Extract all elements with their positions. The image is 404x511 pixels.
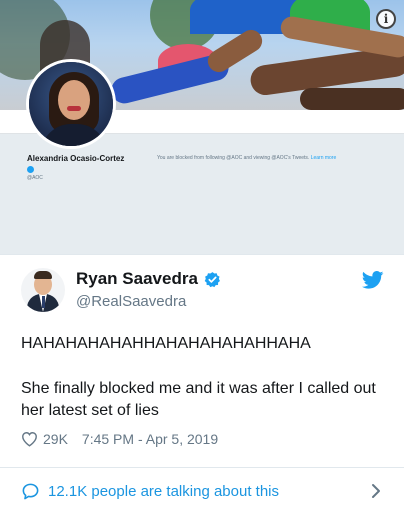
blocked-notice: You are blocked from following @AOC and … bbox=[157, 155, 336, 161]
author-name[interactable]: Ryan Saavedra bbox=[76, 269, 198, 289]
heart-icon[interactable] bbox=[21, 431, 38, 447]
tweet-meta: 29K 7:45 PM - Apr 5, 2019 bbox=[21, 431, 218, 447]
author-avatar[interactable] bbox=[21, 268, 65, 312]
blocked-notice-text: You are blocked from following @AOC and … bbox=[157, 155, 310, 161]
small-verified-icon bbox=[27, 166, 34, 173]
tweet-card[interactable]: Ryan Saavedra @RealSaavedra HAHAHAHAHAHH… bbox=[0, 254, 404, 511]
tweet-text-line-2: She finally blocked me and it was after … bbox=[21, 380, 376, 419]
talking-count[interactable]: 12.1K people are talking about this bbox=[48, 483, 279, 500]
blocked-profile-screenshot: i Alexandria Ocasio-Cortez @AOC You are … bbox=[0, 0, 404, 254]
chevron-right-icon[interactable] bbox=[371, 483, 381, 499]
like-count[interactable]: 29K bbox=[43, 431, 68, 447]
profile-handle: @AOC bbox=[27, 175, 43, 181]
profile-identity: Alexandria Ocasio-Cortez @AOC bbox=[27, 154, 124, 181]
learn-more-link[interactable]: Learn more bbox=[311, 155, 337, 161]
tweet-text-line-1: HAHAHAHAHAHHAHAHAHAHAHHAHA bbox=[21, 335, 311, 352]
author-name-row: Ryan Saavedra bbox=[76, 269, 221, 289]
info-icon[interactable]: i bbox=[376, 9, 396, 29]
conversation-link[interactable]: 12.1K people are talking about this bbox=[21, 479, 381, 503]
twitter-bird-icon[interactable] bbox=[362, 271, 384, 289]
verified-icon bbox=[204, 271, 220, 287]
profile-name: Alexandria Ocasio-Cortez bbox=[27, 154, 125, 163]
aoc-avatar bbox=[26, 59, 116, 149]
tweet-timestamp[interactable]: 7:45 PM - Apr 5, 2019 bbox=[82, 431, 218, 447]
author-handle[interactable]: @RealSaavedra bbox=[76, 293, 186, 310]
divider bbox=[0, 467, 404, 468]
tweet-text: HAHAHAHAHAHHAHAHAHAHAHHAHA She finally b… bbox=[21, 333, 391, 422]
comment-bubble-icon bbox=[22, 483, 39, 499]
